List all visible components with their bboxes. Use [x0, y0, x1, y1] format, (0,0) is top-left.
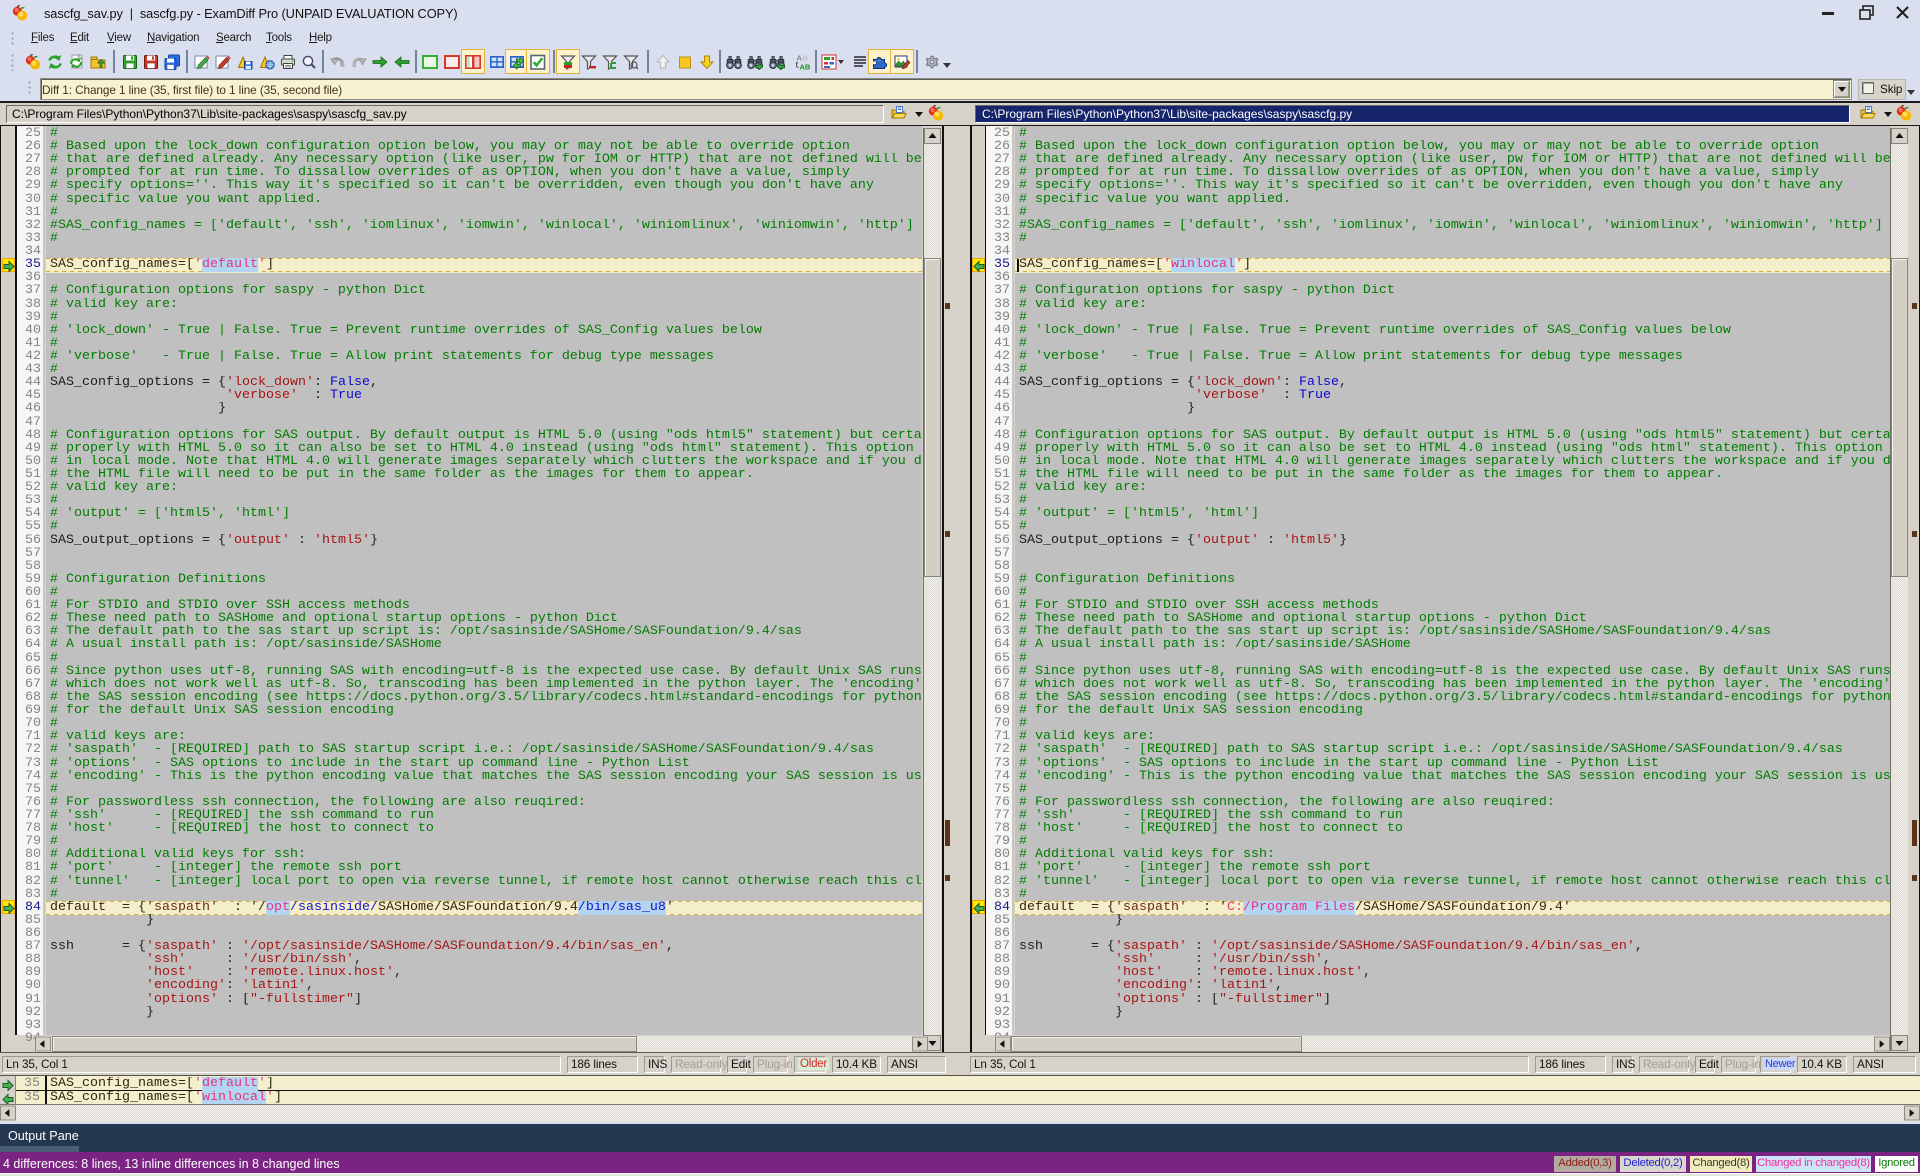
svg-text:AB: AB [800, 63, 811, 71]
svg-text:B: B [803, 54, 809, 63]
